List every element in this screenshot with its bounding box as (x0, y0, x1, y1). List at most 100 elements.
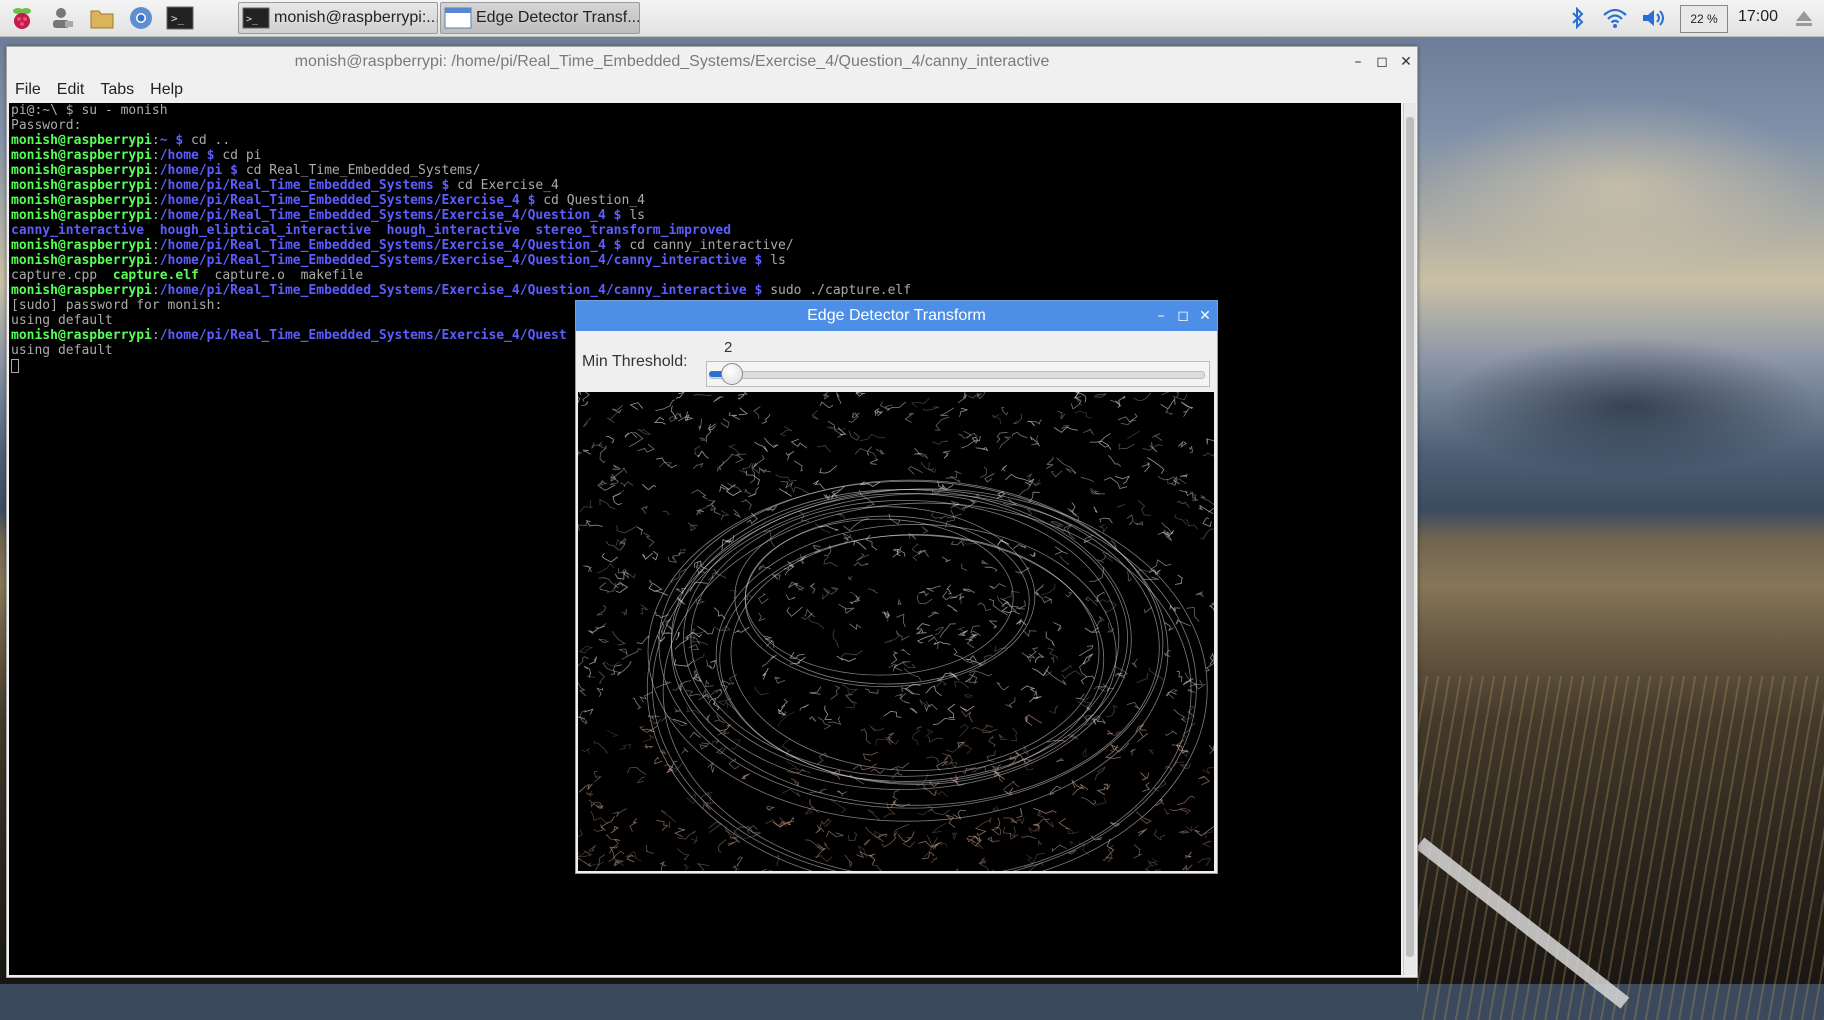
maximize-icon[interactable]: ◻ (1373, 53, 1391, 71)
terminal-menubar: File Edit Tabs Help (7, 77, 1417, 103)
terminal-text-segment: : (151, 193, 160, 208)
terminal-text-segment: cd .. (183, 133, 231, 148)
terminal-line: canny_interactive hough_eliptical_intera… (9, 223, 1401, 238)
terminal-text-segment: /home $ (159, 148, 215, 163)
terminal-text-segment: : (151, 238, 160, 253)
slider-knob[interactable] (720, 363, 743, 385)
terminal-text-segment: using default (11, 343, 113, 358)
terminal-title: monish@raspberrypi: /home/pi/Real_Time_E… (294, 53, 1050, 70)
terminal-text-segment: /home/pi/Real_Time_Embedded_Systems/Exer… (159, 283, 763, 298)
menu-tabs[interactable]: Tabs (92, 81, 142, 99)
terminal-text-segment: monish@raspberrypi (11, 238, 152, 253)
terminal-titlebar[interactable]: monish@raspberrypi: /home/pi/Real_Time_E… (7, 47, 1417, 77)
terminal-scrollbar[interactable] (1403, 103, 1416, 975)
edge-contours (578, 392, 1214, 871)
terminal-text-segment: /home/pi/Real_Time_Embedded_Systems/Exer… (159, 193, 536, 208)
cpu-usage-text: 22 % (1690, 12, 1718, 26)
edge-detector-titlebar[interactable]: Edge Detector Transform – ◻ ✕ (576, 301, 1217, 331)
terminal-text-segment: /home/pi/Real_Time_Embedded_Systems/Exer… (159, 328, 567, 343)
terminal-text-segment: monish@raspberrypi (11, 148, 152, 163)
terminal-text-segment: : (151, 178, 160, 193)
terminal-text-segment: capture.cpp (11, 268, 113, 283)
terminal-text-segment: ~ $ (159, 133, 184, 148)
clock[interactable]: 17:00 (1738, 8, 1778, 26)
wifi-icon[interactable] (1602, 6, 1628, 30)
min-threshold-slider[interactable] (706, 361, 1210, 387)
terminal-text-segment: : (151, 253, 160, 268)
minimize-icon[interactable]: – (1349, 53, 1367, 71)
terminal-text-segment: : (151, 328, 160, 343)
terminal-text-segment: monish@raspberrypi (11, 253, 152, 268)
terminal-text-segment: monish@raspberrypi (11, 178, 152, 193)
terminal-text-segment: cd Exercise_4 (449, 178, 559, 193)
svg-text:>_: >_ (246, 14, 259, 25)
edge-detection-output-image (578, 392, 1214, 871)
terminal-text-segment: cd Real_Time_Embedded_Systems/ (238, 163, 481, 178)
terminal-text-segment: monish@raspberrypi (11, 193, 152, 208)
terminal-text-segment: monish@raspberrypi (11, 163, 152, 178)
raspberry-menu-icon[interactable] (8, 4, 36, 32)
terminal-line: pi@:~\ $ su - monish (9, 103, 1401, 118)
terminal-text-segment: /home/pi/Real_Time_Embedded_Systems/Exer… (159, 208, 622, 223)
terminal-text-segment: /home/pi $ (159, 163, 238, 178)
user-tools-icon[interactable] (48, 4, 76, 32)
terminal-line: monish@raspberrypi:/home/pi $ cd Real_Ti… (9, 163, 1401, 178)
terminal-text-segment: Password: (11, 118, 82, 133)
terminal-text-segment: capture.o makefile (198, 268, 364, 283)
volume-icon[interactable] (1640, 6, 1668, 30)
edge-map (578, 392, 1214, 871)
wallpaper-grass (1417, 676, 1824, 1020)
terminal-text-segment: ls (621, 208, 645, 223)
cpu-usage-monitor[interactable]: 22 % (1680, 5, 1728, 33)
terminal-text-segment: cd canny_interactive/ (621, 238, 794, 253)
wallpaper-cloud (1420, 96, 1820, 276)
window-icon (444, 7, 472, 29)
taskbar-task-label: Edge Detector Transf... (476, 9, 640, 26)
bluetooth-icon[interactable] (1568, 6, 1588, 30)
slider-track[interactable] (709, 371, 1205, 379)
terminal-text-segment: /home/pi/Real_Time_Embedded_Systems $ (159, 178, 450, 193)
taskbar-task-terminal[interactable]: >_ monish@raspberrypi:... (238, 2, 438, 34)
terminal-line: monish@raspberrypi:/home/pi/Real_Time_Em… (9, 238, 1401, 253)
close-icon[interactable]: ✕ (1196, 307, 1214, 325)
terminal-line: Password: (9, 118, 1401, 133)
terminal-text-segment: pi@:~\ $ su - monish (11, 103, 168, 118)
terminal-text-segment: monish@raspberrypi (11, 133, 152, 148)
min-threshold-label: Min Threshold: (582, 353, 688, 370)
terminal-launcher-icon[interactable]: >_ (166, 4, 194, 32)
terminal-text-segment: cd Question_4 (535, 193, 645, 208)
terminal-text-segment: capture.elf (112, 268, 199, 283)
terminal-text-segment: : (151, 283, 160, 298)
terminal-text-segment: : (151, 133, 160, 148)
terminal-text-segment: canny_interactive hough_eliptical_intera… (11, 223, 732, 238)
menu-edit[interactable]: Edit (49, 81, 93, 99)
taskbar: >_ >_ monish@raspberrypi:... Edge Detect… (0, 0, 1824, 37)
maximize-icon[interactable]: ◻ (1174, 307, 1192, 325)
terminal-text-segment: /home/pi/Real_Time_Embedded_Systems/Exer… (159, 253, 763, 268)
scrollbar-thumb[interactable] (1406, 117, 1414, 957)
taskbar-task-edge-detector[interactable]: Edge Detector Transf... (440, 2, 640, 34)
terminal-line: monish@raspberrypi:/home $ cd pi (9, 148, 1401, 163)
taskbar-task-label: monish@raspberrypi:... (274, 9, 438, 26)
menu-help[interactable]: Help (142, 81, 191, 99)
terminal-text-segment: sudo ./capture.elf (762, 283, 912, 298)
svg-text:>_: >_ (171, 12, 185, 25)
close-icon[interactable]: ✕ (1397, 53, 1415, 71)
terminal-line: monish@raspberrypi:/home/pi/Real_Time_Em… (9, 253, 1401, 268)
terminal-text-segment: : (151, 148, 160, 163)
terminal-line: monish@raspberrypi:/home/pi/Real_Time_Em… (9, 178, 1401, 193)
minimize-icon[interactable]: – (1152, 307, 1170, 325)
menu-file[interactable]: File (7, 81, 49, 99)
terminal-line: monish@raspberrypi:/home/pi/Real_Time_Em… (9, 208, 1401, 223)
terminal-icon: >_ (242, 7, 270, 29)
terminal-line: monish@raspberrypi:/home/pi/Real_Time_Em… (9, 193, 1401, 208)
edge-detector-window: Edge Detector Transform – ◻ ✕ Min Thresh… (575, 300, 1218, 874)
terminal-text-segment: : (151, 208, 160, 223)
browser-icon[interactable] (127, 4, 155, 32)
min-threshold-value: 2 (724, 339, 733, 356)
terminal-text-segment: [sudo] password for monish: (11, 298, 223, 313)
eject-icon[interactable] (1792, 6, 1816, 30)
terminal-text-segment: monish@raspberrypi (11, 283, 152, 298)
terminal-line: monish@raspberrypi:/home/pi/Real_Time_Em… (9, 283, 1401, 298)
file-manager-icon[interactable] (88, 4, 116, 32)
